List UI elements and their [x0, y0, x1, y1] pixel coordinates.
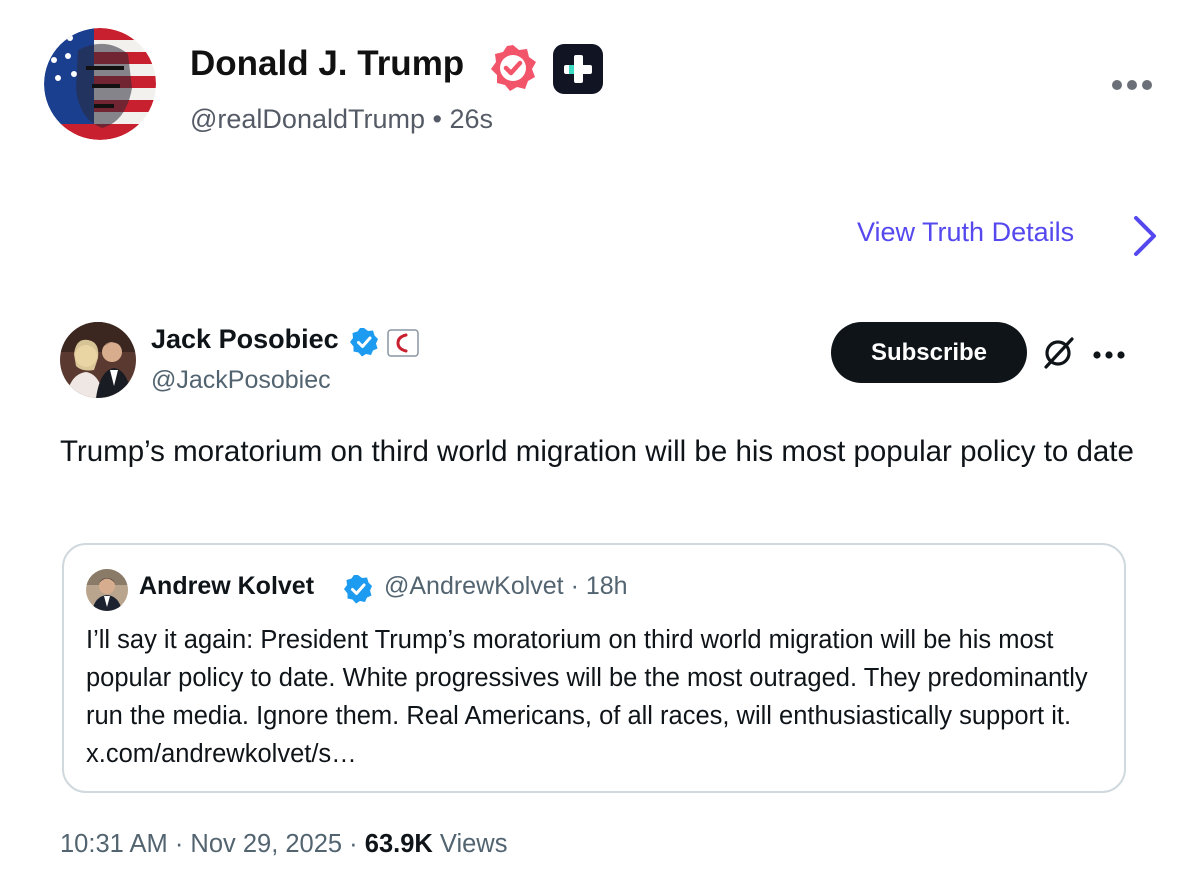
verified-badge-icon — [488, 43, 538, 93]
affiliate-badge-icon — [387, 329, 419, 357]
x-author-handle[interactable]: @JackPosobiec — [151, 366, 331, 395]
quoted-author-meta: @AndrewKolvet · 18h — [384, 572, 628, 601]
views-count: 63.9K — [364, 830, 433, 858]
x-author-avatar[interactable] — [60, 322, 136, 398]
x-author-name[interactable]: Jack Posobiec — [151, 324, 339, 355]
truth-author-name[interactable]: Donald J. Trump — [190, 44, 464, 84]
more-options-icon[interactable] — [1092, 347, 1126, 359]
x-post-text: Trump’s moratorium on third world migrat… — [60, 435, 1134, 468]
quoted-time: · 18h — [563, 572, 628, 600]
views-label: Views — [432, 830, 508, 858]
verified-check-icon — [349, 327, 379, 357]
quoted-post-text: I’ll say it again: President Trump’s mor… — [86, 626, 1088, 768]
meta-separator: • — [432, 104, 442, 134]
truth-time-ago: 26s — [449, 104, 494, 134]
truth-author-avatar[interactable] — [44, 28, 156, 140]
quoted-author-avatar[interactable] — [86, 569, 128, 611]
post-timestamp[interactable]: 10:31 AM · Nov 29, 2025 · — [60, 830, 365, 858]
truth-author-meta: @realDonaldTrump • 26s — [190, 104, 493, 135]
view-truth-details-link[interactable]: View Truth Details — [857, 217, 1074, 248]
chevron-right-icon[interactable] — [1130, 212, 1160, 260]
plus-app-icon — [553, 44, 603, 94]
quoted-author-handle[interactable]: @AndrewKolvet — [384, 572, 564, 600]
truth-author-handle[interactable]: @realDonaldTrump — [190, 104, 425, 134]
quoted-author-name[interactable]: Andrew Kolvet — [139, 572, 314, 601]
grok-icon[interactable] — [1041, 334, 1077, 370]
subscribe-button[interactable]: Subscribe — [831, 322, 1027, 383]
more-options-icon[interactable] — [1110, 78, 1154, 92]
verified-check-icon — [343, 574, 373, 604]
x-post-footer: 10:31 AM · Nov 29, 2025 · 63.9K Views — [60, 830, 507, 859]
